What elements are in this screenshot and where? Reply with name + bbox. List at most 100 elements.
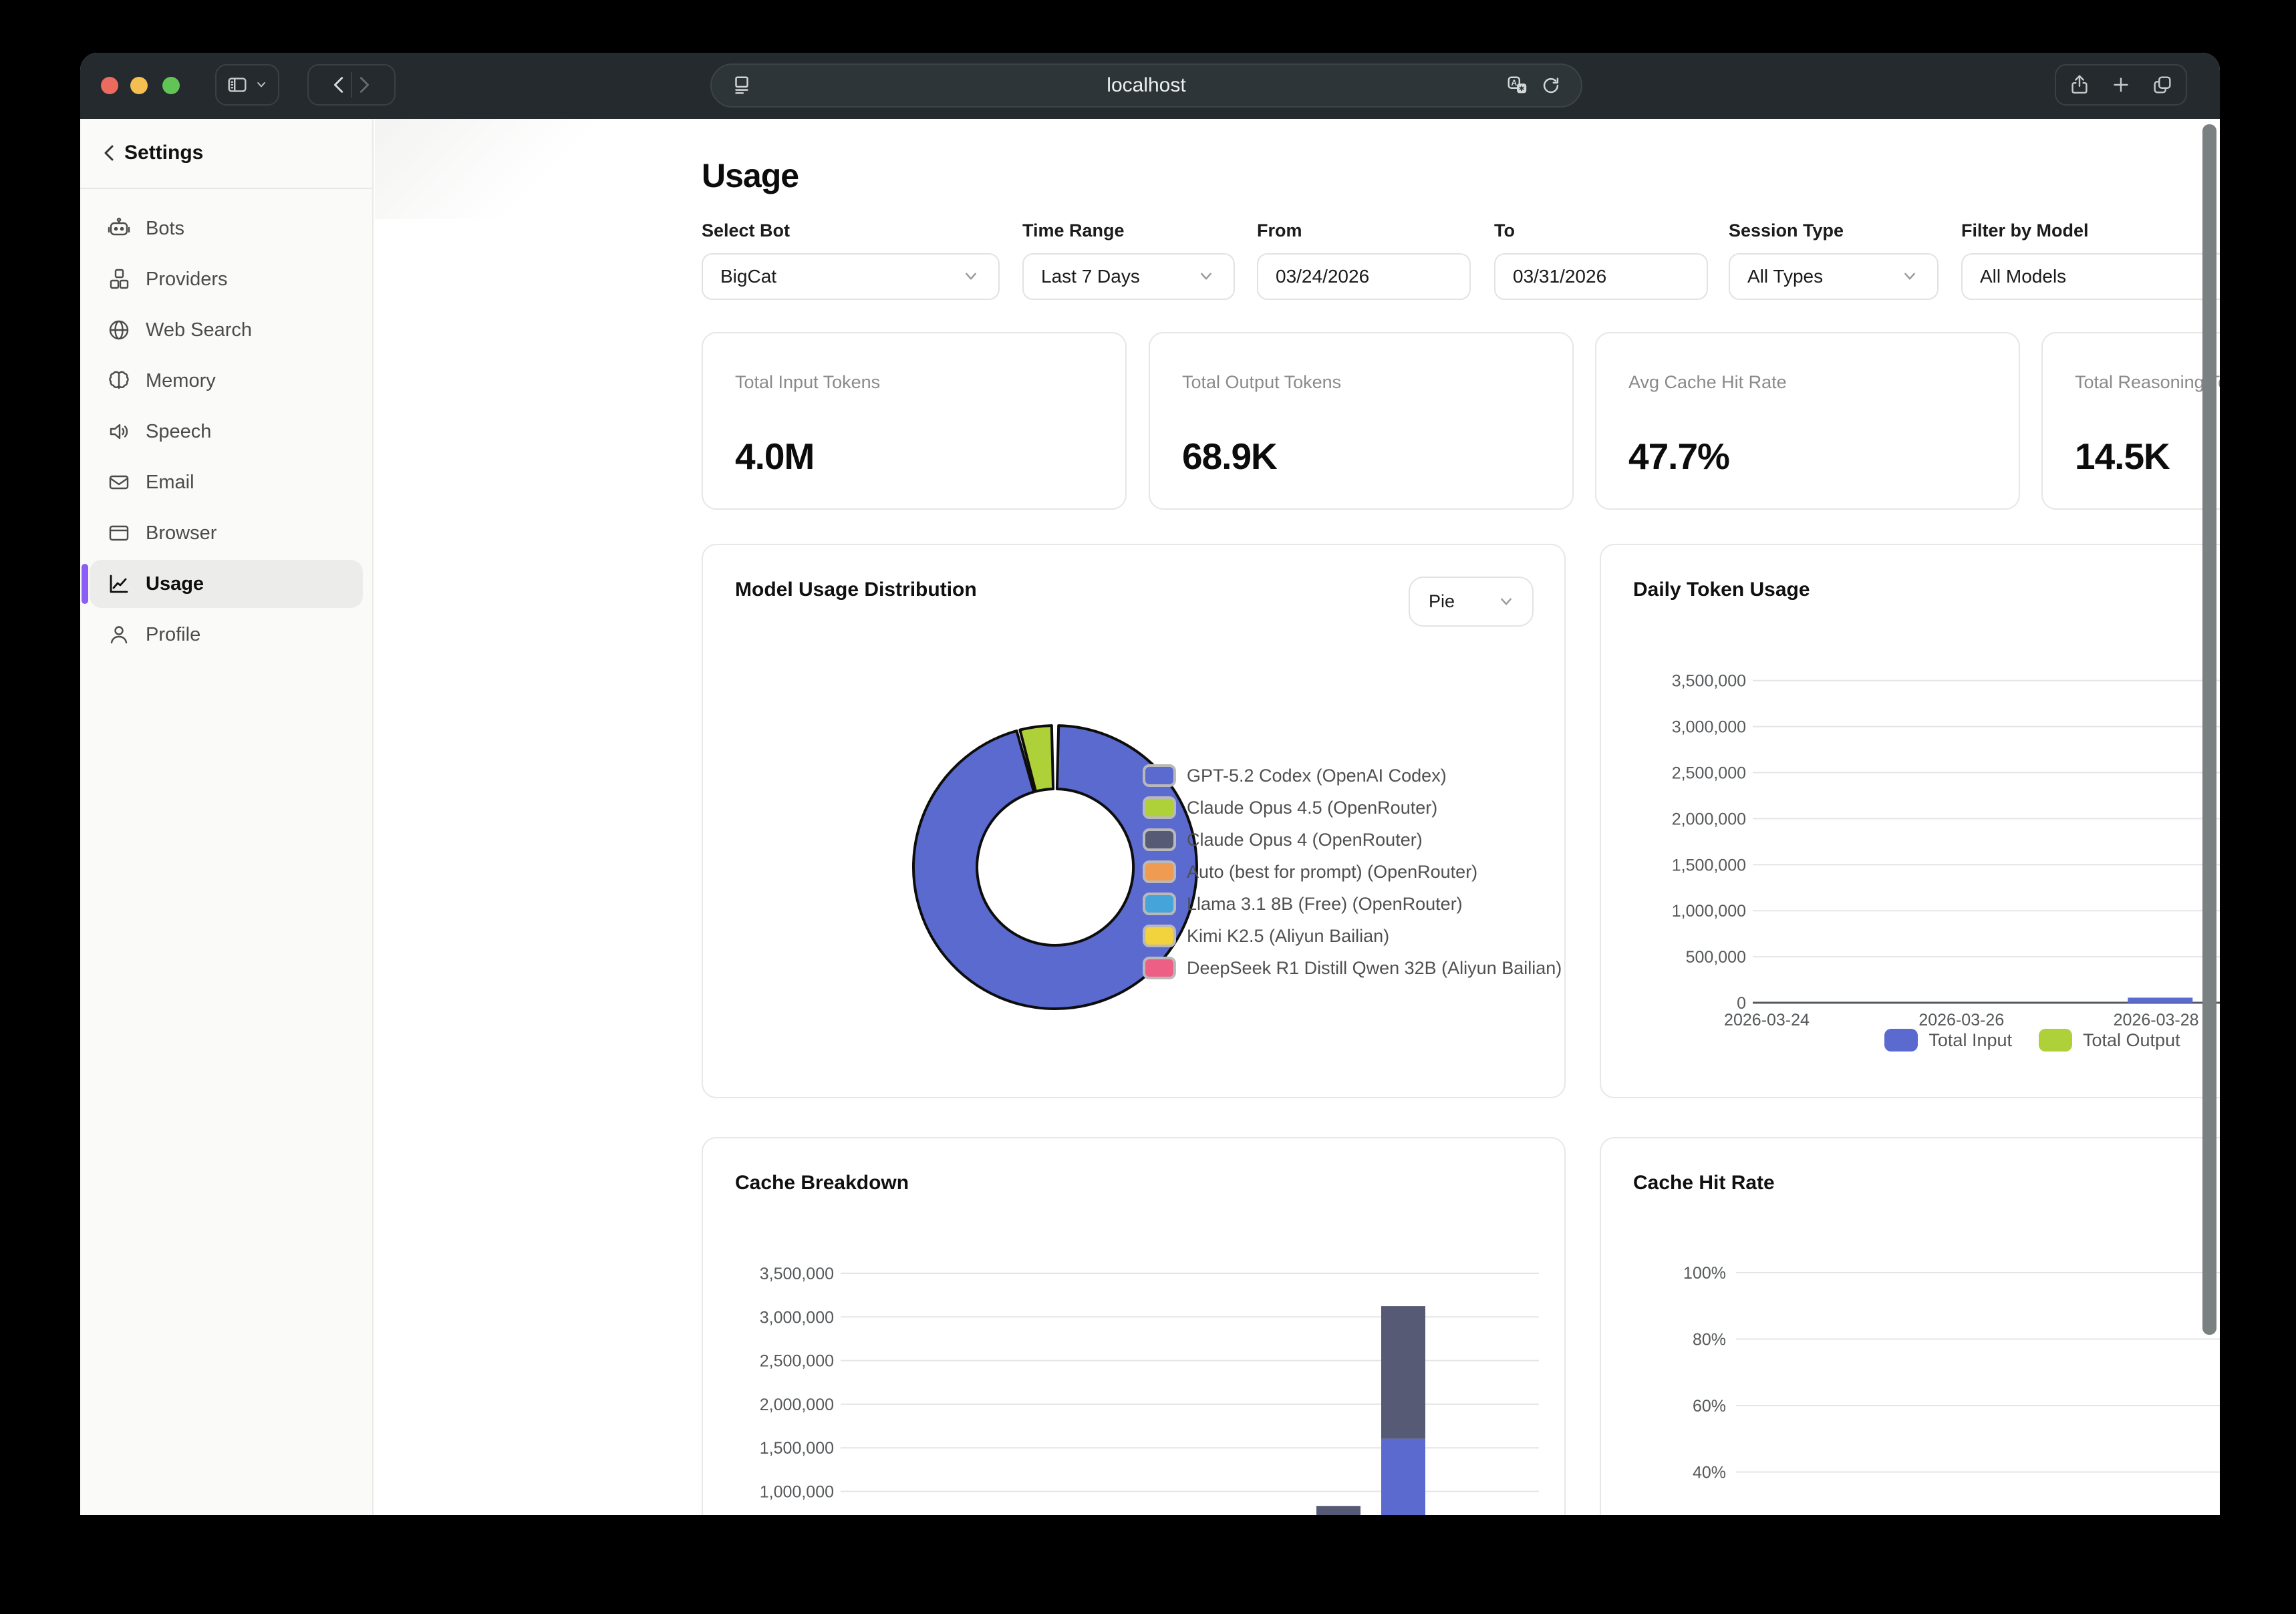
svg-text:80%: 80%: [1693, 1331, 1726, 1349]
filter-value: Last 7 Days: [1041, 266, 1140, 287]
legend-swatch: [1143, 796, 1176, 819]
browser-icon: [107, 521, 131, 545]
legend-item: Claude Opus 4 (OpenRouter): [1143, 828, 1423, 851]
stat-label: Total Input Tokens: [735, 372, 880, 393]
stat-card-total-input-tokens: Total Input Tokens4.0M: [702, 332, 1127, 510]
svg-text:2,500,000: 2,500,000: [1672, 764, 1746, 783]
stat-card-total-output-tokens: Total Output Tokens 68.9K: [1149, 332, 1574, 510]
svg-text:3,500,000: 3,500,000: [1672, 672, 1746, 691]
speech-icon: [107, 420, 131, 444]
filter-label: From: [1257, 220, 1471, 241]
traffic-light-maximize[interactable]: [162, 77, 180, 94]
web-search-icon: [107, 318, 131, 342]
back-icon[interactable]: [328, 73, 351, 96]
legend-swatch: [1143, 828, 1176, 851]
daily-token-usage-panel: Daily Token Usage 0500,0001,000,0001,500…: [1600, 544, 2220, 1098]
sidebar-item-web-search[interactable]: Web Search: [90, 306, 363, 354]
stat-value: 47.7%: [1628, 435, 1729, 478]
sidebar-item-profile[interactable]: Profile: [90, 611, 363, 659]
filter-select-bot: Select BotBigCat: [702, 220, 1000, 300]
legend-item: GPT-5.2 Codex (OpenAI Codex): [1143, 764, 1447, 787]
filter-to: To03/31/2026: [1494, 220, 1708, 300]
sidebar-nav: BotsProvidersWeb SearchMemorySpeechEmail…: [90, 204, 363, 661]
svg-text:3,500,000: 3,500,000: [760, 1265, 834, 1283]
memory-icon: [107, 369, 131, 393]
chevron-left-icon[interactable]: [98, 141, 122, 165]
sidebar-item-usage[interactable]: Usage: [90, 560, 363, 608]
url-text: localhost: [712, 65, 1581, 106]
filter-value: 03/31/2026: [1513, 266, 1606, 287]
to-input[interactable]: 03/31/2026: [1494, 253, 1708, 300]
stat-card-total-reasoning-tokens: Total Reasoning Tokens 14.5K: [2041, 332, 2220, 510]
legend-item: Auto (best for prompt) (OpenRouter): [1143, 860, 1477, 883]
svg-text:✱: ✱: [1519, 86, 1525, 93]
sidebar-item-memory[interactable]: Memory: [90, 357, 363, 405]
forward-icon[interactable]: [352, 73, 375, 96]
select-bot-select[interactable]: BigCat: [702, 253, 1000, 300]
chevron-down-icon: [1900, 267, 1920, 287]
filter-by-model-select[interactable]: All Models: [1961, 253, 2220, 300]
tab-overview-icon[interactable]: [2151, 73, 2174, 96]
translate-icon[interactable]: A✱: [1506, 74, 1529, 97]
filter-from: From 03/24/2026: [1257, 220, 1471, 300]
legend-item: DeepSeek R1 Distill Qwen 32B (Aliyun Bai…: [1143, 957, 1562, 979]
traffic-light-close[interactable]: [101, 77, 118, 94]
filter-time-range: Time Range Last 7 Days: [1022, 220, 1235, 300]
window-actions: [2055, 64, 2187, 106]
svg-text:2026-03-28: 2026-03-28: [2114, 1011, 2199, 1029]
svg-text:3,000,000: 3,000,000: [760, 1308, 834, 1327]
legend-item: Claude Opus 4.5 (OpenRouter): [1143, 796, 1437, 819]
active-indicator: [82, 564, 88, 604]
svg-text:2,500,000: 2,500,000: [760, 1352, 834, 1371]
stat-value: 14.5K: [2075, 435, 2170, 478]
from-input[interactable]: 03/24/2026: [1257, 253, 1471, 300]
address-bar[interactable]: localhost A✱: [710, 63, 1582, 108]
nav-buttons: [307, 64, 396, 106]
filter-label: Session Type: [1729, 220, 1939, 241]
legend-swatch: [1143, 764, 1176, 787]
settings-sidebar: Settings BotsProvidersWeb SearchMemorySp…: [80, 119, 374, 1515]
stat-value: 68.9K: [1182, 435, 1277, 478]
time-range-select[interactable]: Last 7 Days: [1022, 253, 1235, 300]
daily-chart-legend: Total InputTotal Output: [1601, 1029, 2220, 1052]
chevron-down-icon: [254, 77, 269, 92]
chevron-down-icon: [1196, 267, 1216, 287]
stat-label: Total Reasoning Tokens: [2075, 372, 2220, 393]
sidebar-item-browser[interactable]: Browser: [90, 509, 363, 557]
sidebar-item-speech[interactable]: Speech: [90, 408, 363, 456]
traffic-light-minimize[interactable]: [130, 77, 148, 94]
email-icon: [107, 470, 131, 494]
filter-label: Filter by Model: [1961, 220, 2220, 241]
sidebar-item-email[interactable]: Email: [90, 458, 363, 506]
svg-text:3,000,000: 3,000,000: [1672, 718, 1746, 737]
page-scrollbar[interactable]: [2202, 124, 2216, 1335]
browser-titlebar: localhost A✱: [80, 53, 2220, 119]
providers-icon: [107, 267, 131, 291]
sidebar-item-providers[interactable]: Providers: [90, 255, 363, 303]
stat-label: Total Output Tokens: [1182, 372, 1341, 393]
session-type-select[interactable]: All Types: [1729, 253, 1939, 300]
bot-icon: [107, 216, 131, 240]
svg-text:A: A: [1511, 78, 1517, 88]
page-title: Usage: [702, 156, 799, 195]
sidebar-item-bots[interactable]: Bots: [90, 204, 363, 253]
svg-text:40%: 40%: [1693, 1464, 1726, 1482]
stat-label: Avg Cache Hit Rate: [1628, 372, 1787, 393]
sidebar-toggle-button[interactable]: [215, 64, 279, 106]
model-usage-panel: Model Usage Distribution Pie GPT-5.2 Cod…: [702, 544, 1566, 1098]
svg-text:1,500,000: 1,500,000: [1672, 856, 1746, 874]
filter-label: Time Range: [1022, 220, 1235, 241]
sidebar-header: Settings: [80, 119, 372, 189]
filter-value: All Models: [1980, 266, 2066, 287]
share-icon[interactable]: [2068, 73, 2091, 96]
legend-item: Total Output: [2039, 1029, 2180, 1052]
svg-text:500,000: 500,000: [1686, 948, 1746, 967]
svg-text:60%: 60%: [1693, 1397, 1726, 1416]
legend-swatch: [2039, 1029, 2072, 1052]
svg-text:0: 0: [1737, 994, 1746, 1013]
reload-icon[interactable]: [1540, 74, 1562, 97]
filter-value: 03/24/2026: [1276, 266, 1369, 287]
legend-swatch: [1143, 957, 1176, 979]
new-tab-icon[interactable]: [2110, 73, 2132, 96]
svg-text:2026-03-24: 2026-03-24: [1724, 1011, 1810, 1029]
